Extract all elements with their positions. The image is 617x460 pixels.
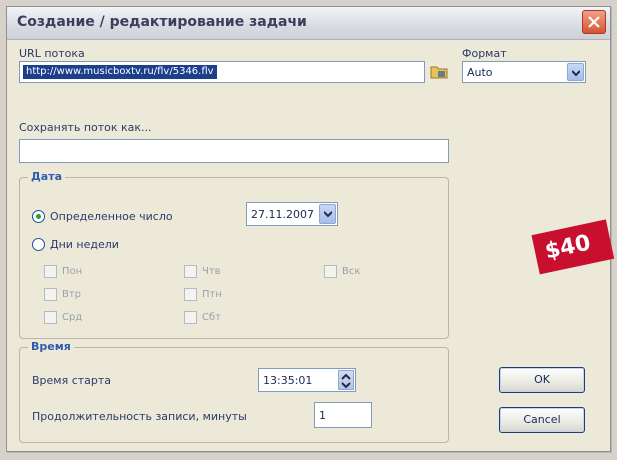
close-button[interactable]: [582, 10, 606, 34]
url-label: URL потока: [19, 47, 85, 60]
save-as-input[interactable]: [19, 139, 449, 163]
checkbox-wed[interactable]: [44, 311, 57, 324]
date-group: Дата Определенное число 27.11.2007 Дни н…: [19, 170, 449, 339]
task-dialog: Создание / редактирование задачи URL пот…: [6, 6, 615, 452]
cancel-button[interactable]: Cancel: [499, 407, 585, 433]
spin-arrows-icon: [341, 373, 351, 389]
format-dropdown-button[interactable]: [567, 63, 584, 81]
start-time-value: 13:35:01: [263, 374, 313, 387]
time-group: Время Время старта 13:35:01 Продолжитель…: [19, 340, 449, 443]
save-as-label: Сохранять поток как...: [19, 121, 152, 134]
price-sticker: $40: [531, 219, 615, 275]
checkbox-fri[interactable]: [184, 288, 197, 301]
chevron-down-icon: [572, 70, 580, 77]
dialog-title: Создание / редактирование задачи: [17, 14, 307, 30]
checkbox-sun[interactable]: [324, 265, 337, 278]
url-input[interactable]: http://www.musicboxtv.ru/flv/5346.flv: [19, 61, 425, 83]
format-select[interactable]: Auto: [462, 61, 586, 83]
start-time-spinner[interactable]: [338, 370, 354, 390]
specific-date-radio[interactable]: [32, 210, 45, 223]
checkbox-sat[interactable]: [184, 311, 197, 324]
ok-button[interactable]: OK: [499, 367, 585, 393]
checkbox-mon-label: Пон: [62, 266, 83, 277]
format-label: Формат: [462, 47, 507, 60]
checkbox-sat-label: Сбт: [202, 312, 221, 323]
weekdays-radio[interactable]: [32, 238, 45, 251]
checkbox-mon[interactable]: [44, 265, 57, 278]
checkbox-sun-label: Вск: [342, 266, 361, 277]
checkbox-thu[interactable]: [184, 265, 197, 278]
date-group-legend: Дата: [28, 170, 66, 183]
title-bar: Создание / редактирование задачи: [7, 7, 610, 40]
start-time-label: Время старта: [32, 374, 112, 387]
browse-folder-button[interactable]: [429, 61, 449, 81]
checkbox-wed-label: Срд: [62, 312, 83, 323]
duration-label: Продолжительность записи, минуты: [32, 410, 247, 423]
checkbox-fri-label: Птн: [202, 289, 222, 300]
date-picker[interactable]: 27.11.2007: [246, 202, 338, 226]
duration-value: 1: [319, 409, 326, 422]
chevron-down-icon: [324, 211, 332, 218]
checkbox-tue-label: Втр: [62, 289, 82, 300]
weekdays-label: Дни недели: [50, 238, 119, 251]
close-icon: [588, 16, 600, 28]
url-input-value: http://www.musicboxtv.ru/flv/5346.flv: [23, 65, 217, 79]
checkbox-thu-label: Чтв: [202, 266, 221, 277]
date-picker-value: 27.11.2007: [251, 208, 314, 221]
checkbox-tue[interactable]: [44, 288, 57, 301]
duration-input[interactable]: 1: [314, 402, 372, 428]
specific-date-label: Определенное число: [50, 210, 173, 223]
date-dropdown-button[interactable]: [319, 204, 336, 224]
time-group-legend: Время: [28, 340, 74, 353]
start-time-input[interactable]: 13:35:01: [258, 368, 356, 392]
folder-icon: [430, 66, 448, 79]
format-select-value: Auto: [467, 66, 493, 79]
